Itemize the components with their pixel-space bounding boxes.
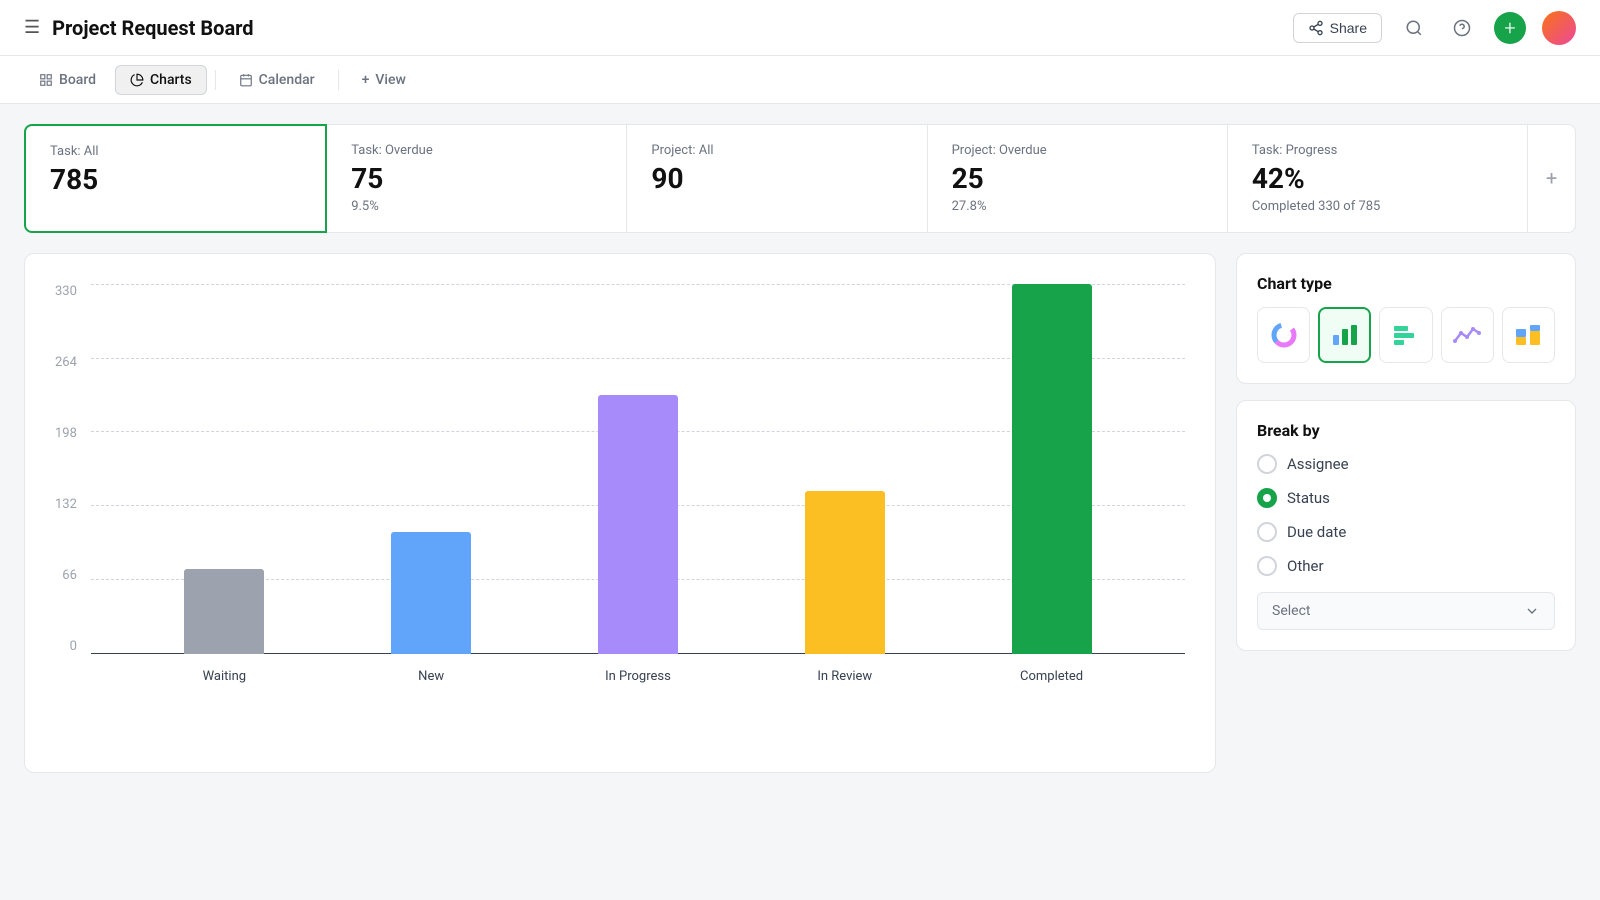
line-chart-icon bbox=[1453, 323, 1481, 347]
card-task-all-value: 785 bbox=[50, 165, 301, 196]
card-project-overdue-value: 25 bbox=[952, 164, 1203, 195]
radio-label: Other bbox=[1287, 557, 1324, 575]
y-axis-label: 132 bbox=[55, 497, 77, 512]
card-task-progress-value: 42% bbox=[1252, 164, 1503, 195]
tab-calendar[interactable]: Calendar bbox=[224, 65, 330, 95]
card-task-overdue-label: Task: Overdue bbox=[351, 143, 602, 158]
card-task-progress-label: Task: Progress bbox=[1252, 143, 1503, 158]
y-axis-label: 66 bbox=[55, 568, 77, 583]
card-task-progress[interactable]: Task: Progress 42% Completed 330 of 785 bbox=[1228, 124, 1528, 233]
break-by-options: Assignee Status Due date Other bbox=[1257, 454, 1555, 576]
search-icon[interactable] bbox=[1398, 12, 1430, 44]
bar[interactable] bbox=[805, 491, 885, 654]
tab-view-label: View bbox=[375, 72, 406, 88]
chart-type-title: Chart type bbox=[1257, 274, 1555, 293]
card-project-overdue[interactable]: Project: Overdue 25 27.8% bbox=[928, 124, 1228, 233]
bar[interactable] bbox=[598, 395, 678, 654]
chart-container: 330264198132660 WaitingNewIn bbox=[24, 253, 1216, 773]
card-task-overdue-sub: 9.5% bbox=[351, 199, 602, 214]
chevron-down-icon bbox=[1524, 603, 1540, 619]
bars-area bbox=[91, 284, 1185, 654]
donut-chart-icon bbox=[1269, 320, 1299, 350]
card-task-all-label: Task: All bbox=[50, 144, 301, 159]
y-axis-label: 0 bbox=[55, 639, 77, 654]
bar[interactable] bbox=[184, 569, 264, 654]
hbar-chart-icon bbox=[1392, 323, 1420, 347]
bar[interactable] bbox=[391, 532, 471, 654]
card-project-all-label: Project: All bbox=[651, 143, 902, 158]
page-title: Project Request Board bbox=[52, 16, 253, 40]
header-right: Share + bbox=[1293, 11, 1576, 45]
x-axis-label: Completed bbox=[1012, 661, 1092, 684]
tab-charts[interactable]: Charts bbox=[115, 65, 207, 95]
add-card-button[interactable]: + bbox=[1528, 124, 1576, 233]
chart-type-donut[interactable] bbox=[1257, 307, 1310, 363]
radio-circle bbox=[1257, 522, 1277, 542]
share-icon bbox=[1308, 20, 1324, 36]
help-icon[interactable] bbox=[1446, 12, 1478, 44]
x-axis-label: Waiting bbox=[184, 661, 264, 684]
tab-charts-label: Charts bbox=[150, 72, 192, 88]
share-button[interactable]: Share bbox=[1293, 13, 1382, 43]
tabs-bar: Board Charts Calendar + View bbox=[0, 56, 1600, 104]
chart-type-bar[interactable] bbox=[1318, 307, 1371, 363]
tab-divider-2 bbox=[338, 70, 339, 90]
charts-icon bbox=[130, 73, 144, 87]
stacked-chart-icon bbox=[1514, 323, 1542, 347]
radio-circle bbox=[1257, 556, 1277, 576]
radio-option[interactable]: Due date bbox=[1257, 522, 1555, 542]
bar-chart-icon bbox=[1331, 323, 1359, 347]
tab-divider bbox=[215, 70, 216, 90]
card-project-all[interactable]: Project: All 90 bbox=[627, 124, 927, 233]
break-by-section: Break by Assignee Status Due date Other Sel… bbox=[1236, 400, 1576, 651]
card-task-overdue-value: 75 bbox=[351, 164, 602, 195]
select-placeholder: Select bbox=[1272, 603, 1310, 619]
tab-calendar-label: Calendar bbox=[259, 72, 315, 88]
y-axis-label: 198 bbox=[55, 426, 77, 441]
add-button[interactable]: + bbox=[1494, 12, 1526, 44]
chart-type-row bbox=[1257, 307, 1555, 363]
avatar[interactable] bbox=[1542, 11, 1576, 45]
card-task-overdue[interactable]: Task: Overdue 75 9.5% bbox=[327, 124, 627, 233]
menu-icon[interactable]: ☰ bbox=[24, 17, 40, 38]
radio-label: Assignee bbox=[1287, 455, 1349, 473]
radio-label: Status bbox=[1287, 489, 1330, 507]
y-axis-label: 264 bbox=[55, 355, 77, 370]
card-task-progress-sub: Completed 330 of 785 bbox=[1252, 199, 1503, 214]
card-project-overdue-sub: 27.8% bbox=[952, 199, 1203, 214]
main-row: 330264198132660 WaitingNewIn bbox=[24, 253, 1576, 773]
other-select[interactable]: Select bbox=[1257, 592, 1555, 630]
x-axis-label: In Progress bbox=[598, 661, 678, 684]
header: ☰ Project Request Board Share + bbox=[0, 0, 1600, 56]
radio-option[interactable]: Assignee bbox=[1257, 454, 1555, 474]
y-axis: 330 264 198 132 66 0 bbox=[55, 284, 77, 684]
radio-option[interactable]: Other bbox=[1257, 556, 1555, 576]
chart-type-section: Chart type bbox=[1236, 253, 1576, 384]
card-project-all-value: 90 bbox=[651, 164, 902, 195]
x-axis-label: New bbox=[391, 661, 471, 684]
header-left: ☰ Project Request Board bbox=[24, 16, 254, 40]
tab-view[interactable]: + View bbox=[347, 65, 421, 95]
tab-board-label: Board bbox=[59, 72, 96, 88]
summary-cards: Task: All 785 Task: Overdue 75 9.5% Proj… bbox=[24, 124, 1576, 233]
calendar-icon bbox=[239, 73, 253, 87]
bar[interactable] bbox=[1012, 284, 1092, 654]
radio-circle bbox=[1257, 454, 1277, 474]
board-icon bbox=[39, 73, 53, 87]
chart-type-stacked[interactable] bbox=[1502, 307, 1555, 363]
y-axis-label: 330 bbox=[55, 284, 77, 299]
card-project-overdue-label: Project: Overdue bbox=[952, 143, 1203, 158]
radio-option[interactable]: Status bbox=[1257, 488, 1555, 508]
chart-type-line[interactable] bbox=[1441, 307, 1494, 363]
radio-circle bbox=[1257, 488, 1277, 508]
tab-board[interactable]: Board bbox=[24, 65, 111, 95]
radio-label: Due date bbox=[1287, 523, 1346, 541]
right-panel: Chart type bbox=[1236, 253, 1576, 667]
chart-type-hbar[interactable] bbox=[1379, 307, 1432, 363]
card-task-all[interactable]: Task: All 785 bbox=[24, 124, 327, 233]
x-axis-label: In Review bbox=[805, 661, 885, 684]
break-by-title: Break by bbox=[1257, 421, 1555, 440]
x-labels: Waiting New In Progress In Review Completed bbox=[91, 661, 1185, 684]
